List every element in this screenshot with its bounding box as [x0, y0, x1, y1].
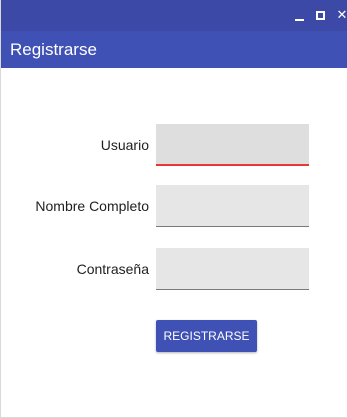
minimize-icon[interactable] [293, 9, 307, 23]
maximize-icon[interactable] [314, 9, 328, 23]
fullname-row: Nombre Completo [1, 185, 347, 227]
password-label: Contraseña [76, 261, 149, 277]
app-bar: Registrarse [1, 31, 347, 68]
username-label: Usuario [100, 137, 149, 153]
password-row: Contraseña [1, 248, 347, 290]
username-field[interactable] [156, 124, 309, 166]
app-window: ✕ Registrarse Usuario Nombre Completo Co… [0, 0, 347, 418]
close-icon[interactable]: ✕ [335, 9, 347, 23]
fullname-label: Nombre Completo [35, 198, 149, 214]
window-titlebar[interactable]: ✕ [1, 0, 347, 31]
maximize-box [316, 11, 325, 20]
password-field[interactable] [156, 248, 309, 290]
page-title: Registrarse [10, 40, 97, 59]
register-button[interactable]: REGISTRARSE [156, 320, 257, 352]
username-row: Usuario [1, 124, 347, 166]
minimize-bar [295, 19, 304, 21]
fullname-field[interactable] [156, 185, 309, 227]
